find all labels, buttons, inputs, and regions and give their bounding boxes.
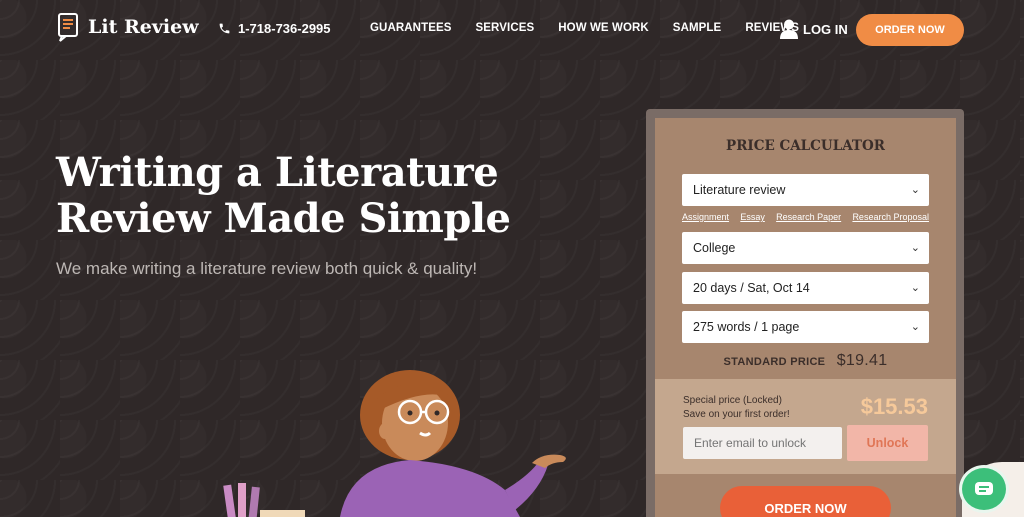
login-label: LOG IN (803, 21, 848, 37)
student-illustration (223, 370, 566, 517)
special-price-panel: Special price (Locked) Save on your firs… (655, 379, 956, 474)
user-icon (780, 19, 798, 39)
paper-type-select[interactable]: Literature review ⌄ (682, 174, 929, 206)
chevron-down-icon: ⌄ (910, 242, 920, 254)
order-now-button-header[interactable]: ORDER NOW (856, 14, 964, 46)
length-value: 275 words / 1 page (693, 320, 800, 334)
quick-link-research-proposal[interactable]: Research Proposal (852, 212, 929, 222)
special-price-value: $15.53 (860, 394, 928, 419)
email-unlock-input[interactable] (683, 427, 842, 459)
nav-guarantees[interactable]: GUARANTEES (370, 22, 452, 34)
logo-text: Lit Review (88, 16, 199, 38)
paper-quick-links: Assignment Essay Research Paper Research… (682, 212, 929, 222)
length-select[interactable]: 275 words / 1 page ⌄ (682, 311, 929, 343)
quick-link-assignment[interactable]: Assignment (682, 212, 729, 222)
special-price-locked-text: Special price (Locked) (683, 395, 782, 406)
chat-bubble-icon (975, 482, 993, 495)
main-nav: GUARANTEES SERVICES HOW WE WORK SAMPLE R… (370, 22, 823, 34)
chevron-down-icon: ⌄ (910, 282, 920, 294)
hero-title-line1: Writing a Literature (56, 149, 499, 196)
deadline-value: 20 days / Sat, Oct 14 (693, 281, 810, 295)
deadline-select[interactable]: 20 days / Sat, Oct 14 ⌄ (682, 272, 929, 304)
nav-sample[interactable]: SAMPLE (673, 22, 722, 34)
chat-button[interactable] (959, 465, 1009, 513)
chevron-down-icon: ⌄ (910, 184, 920, 196)
hero-title: Writing a Literature Review Made Simple (56, 150, 526, 242)
phone-icon (219, 23, 230, 34)
top-navigation: Lit Review 1-718-736-2995 GUARANTEES SER… (0, 0, 1024, 60)
quick-link-essay[interactable]: Essay (740, 212, 765, 222)
login-link[interactable]: LOG IN (780, 19, 848, 39)
standard-price-row: STANDARD PRICE $19.41 (655, 352, 956, 370)
hero-subtitle: We make writing a literature review both… (56, 259, 478, 278)
nav-services[interactable]: SERVICES (476, 22, 535, 34)
document-logo-icon (58, 13, 78, 42)
phone-number: 1-718-736-2995 (238, 21, 331, 36)
hero-title-line2: Review Made Simple (56, 195, 511, 242)
paper-type-value: Literature review (693, 183, 786, 197)
logo[interactable]: Lit Review (56, 12, 199, 42)
order-now-button-calculator[interactable]: ORDER NOW (720, 486, 891, 517)
phone-link[interactable]: 1-718-736-2995 (218, 21, 331, 36)
chevron-down-icon: ⌄ (910, 321, 920, 333)
price-calculator: PRICE CALCULATOR Literature review ⌄ Ass… (655, 118, 956, 517)
first-order-text: Save on your first order! (683, 409, 790, 420)
standard-price-label: STANDARD PRICE (723, 356, 826, 368)
nav-how-we-work[interactable]: HOW WE WORK (558, 22, 649, 34)
academic-level-value: College (693, 241, 736, 255)
special-price-label: Special price (Locked) Save on your firs… (683, 394, 790, 422)
unlock-button[interactable]: Unlock (847, 425, 928, 461)
calculator-title: PRICE CALCULATOR (726, 138, 885, 154)
quick-link-research-paper[interactable]: Research Paper (776, 212, 841, 222)
standard-price-value: $19.41 (836, 352, 888, 369)
academic-level-select[interactable]: College ⌄ (682, 232, 929, 264)
